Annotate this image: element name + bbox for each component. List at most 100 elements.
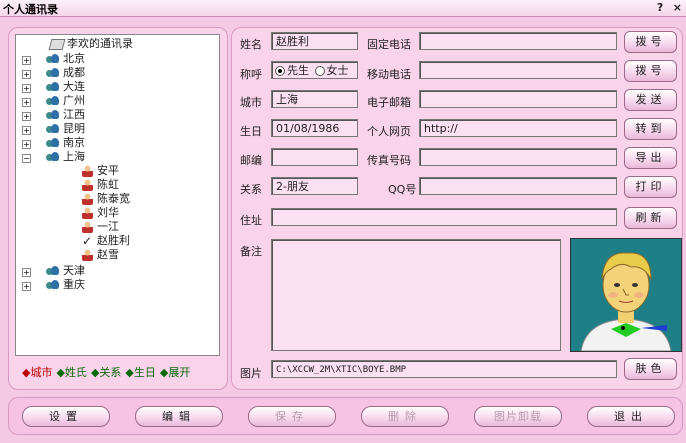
city-field[interactable]: 上海 (271, 90, 358, 108)
tree-group-nanjing[interactable]: 南京 (46, 136, 85, 150)
name-field[interactable]: 赵胜利 (271, 32, 358, 50)
filter-birthday[interactable]: ◆生日 (125, 366, 155, 379)
contact-label: 陈泰宽 (97, 192, 130, 205)
tree-contact[interactable]: 赵雪 (82, 248, 119, 262)
refresh-button[interactable]: 刷新 (624, 207, 677, 229)
group-label: 重庆 (63, 278, 85, 291)
expand-icon[interactable]: + (22, 112, 31, 121)
expand-icon[interactable]: + (22, 84, 31, 93)
filter-surname[interactable]: ◆姓氏 (56, 366, 86, 379)
tree-contact[interactable]: 安平 (82, 164, 119, 178)
radio-female[interactable] (314, 66, 325, 76)
tree-root[interactable]: 李欢的通讯录 (48, 37, 133, 51)
contact-tree[interactable]: 李欢的通讯录 + 北京 + 成都 + 大连 + 广州 + 江西 + 昆明 + 南… (15, 34, 220, 356)
tree-contact[interactable]: 陈虹 (82, 178, 119, 192)
fax-label: 传真号码 (367, 154, 411, 167)
notes-textarea[interactable] (271, 239, 561, 351)
check-icon: ✓ (82, 234, 93, 248)
tree-group-beijing[interactable]: 北京 (46, 52, 85, 66)
group-label: 昆明 (63, 122, 85, 135)
exit-button[interactable]: 退出 (587, 406, 675, 427)
notes-label: 备注 (240, 245, 262, 258)
contact-label: 赵胜利 (97, 234, 130, 247)
group-label: 上海 (63, 150, 85, 163)
person-icon (82, 207, 93, 219)
tree-contact[interactable]: 陈泰宽 (82, 192, 130, 206)
send-button[interactable]: 发送 (624, 89, 677, 111)
tree-group-guangzhou[interactable]: 广州 (46, 94, 85, 108)
unload-image-button[interactable]: 图片卸载 (474, 406, 562, 427)
close-icon[interactable]: × (673, 1, 682, 14)
expand-icon[interactable]: + (22, 70, 31, 79)
tree-group-jiangxi[interactable]: 江西 (46, 108, 85, 122)
contact-label: 赵雪 (97, 248, 119, 261)
contact-label: 一江 (97, 220, 119, 233)
expand-icon[interactable]: + (22, 140, 31, 149)
expand-icon[interactable]: + (22, 98, 31, 107)
filter-expand[interactable]: ◆展开 (160, 366, 190, 379)
group-label: 大连 (63, 80, 85, 93)
contact-label: 刘华 (97, 206, 119, 219)
image-path-field[interactable]: C:\XCCW_2M\XTIC\BOYE.BMP (271, 360, 617, 378)
address-field[interactable] (271, 208, 617, 226)
edit-button[interactable]: 编辑 (135, 406, 223, 427)
tree-contact[interactable]: 刘华 (82, 206, 119, 220)
mobile-field[interactable] (419, 61, 617, 79)
person-icon (82, 221, 93, 233)
dial-mobile-button[interactable]: 拨号 (624, 60, 677, 82)
radio-female-label: 女士 (326, 64, 349, 77)
title-radio-group: 先生 女士 (271, 61, 358, 79)
delete-button[interactable]: 删除 (361, 406, 449, 427)
group-label: 广州 (63, 94, 85, 107)
group-label: 天津 (63, 264, 85, 277)
birthday-label: 生日 (240, 125, 262, 138)
tree-group-chengdu[interactable]: 成都 (46, 66, 85, 80)
filter-city[interactable]: ◆城市 (22, 366, 52, 379)
goto-button[interactable]: 转到 (624, 118, 677, 140)
address-label: 住址 (240, 214, 262, 227)
relation-field[interactable]: 2-朋友 (271, 177, 358, 195)
fax-field[interactable] (419, 148, 617, 166)
dial-phone-button[interactable]: 拨号 (624, 31, 677, 53)
title-bar: 个人通讯录 ? × (0, 0, 686, 17)
phone-field[interactable] (419, 32, 617, 50)
radio-male-label: 先生 (287, 64, 309, 77)
email-field[interactable] (419, 90, 617, 108)
help-icon[interactable]: ? (657, 1, 663, 14)
birthday-field[interactable]: 01/08/1986 (271, 119, 358, 137)
city-label: 城市 (240, 96, 262, 109)
tree-contact[interactable]: 一江 (82, 220, 119, 234)
group-icon (46, 265, 60, 277)
homepage-label: 个人网页 (367, 125, 411, 138)
group-icon (46, 279, 60, 291)
skin-button[interactable]: 肤色 (624, 358, 677, 380)
save-button[interactable]: 保存 (248, 406, 336, 427)
group-icon (46, 137, 60, 149)
expand-icon[interactable]: + (22, 56, 31, 65)
expand-icon[interactable]: + (22, 282, 31, 291)
expand-icon[interactable]: + (22, 126, 31, 135)
print-button[interactable]: 打印 (624, 176, 677, 198)
qq-field[interactable] (419, 177, 617, 195)
qq-label: QQ号 (388, 183, 417, 196)
tree-group-dalian[interactable]: 大连 (46, 80, 85, 94)
person-icon (82, 165, 93, 177)
contact-photo (570, 238, 682, 352)
contact-label: 陈虹 (97, 178, 119, 191)
collapse-icon[interactable]: − (22, 154, 31, 163)
group-label: 南京 (63, 136, 85, 149)
zip-field[interactable] (271, 148, 358, 166)
tree-contact-selected[interactable]: ✓ 赵胜利 (82, 234, 130, 248)
tree-group-shanghai[interactable]: 上海 (46, 150, 85, 164)
group-icon (46, 53, 60, 65)
group-icon (46, 95, 60, 107)
tree-group-chongqing[interactable]: 重庆 (46, 278, 85, 292)
radio-male[interactable] (275, 66, 285, 76)
expand-icon[interactable]: + (22, 268, 31, 277)
settings-button[interactable]: 设置 (22, 406, 110, 427)
export-button[interactable]: 导出 (624, 147, 677, 169)
filter-relation[interactable]: ◆关系 (91, 366, 121, 379)
tree-group-tianjin[interactable]: 天津 (46, 264, 85, 278)
homepage-field[interactable]: http:// (419, 119, 617, 137)
tree-group-kunming[interactable]: 昆明 (46, 122, 85, 136)
